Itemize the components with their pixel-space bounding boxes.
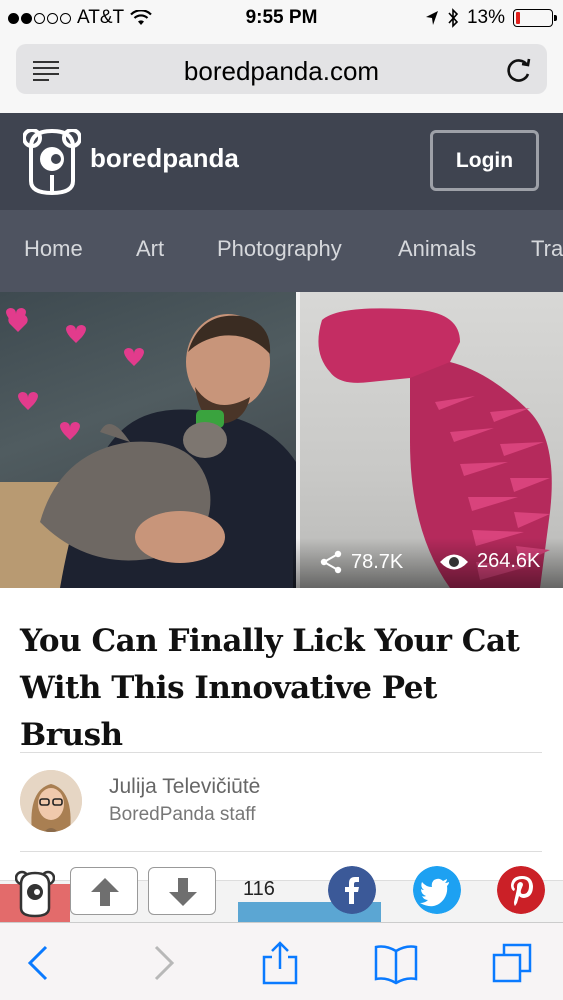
author-name[interactable]: Julija Televičiūtė: [109, 775, 260, 799]
forward-arrow-icon[interactable]: [140, 941, 184, 985]
reload-icon[interactable]: [505, 56, 533, 84]
url-text: boredpanda.com: [183, 56, 380, 86]
panda-mini-logo-icon: [15, 870, 55, 918]
downvote-button[interactable]: [148, 867, 216, 915]
hero-stats-overlay: 78.7K 264.6K: [293, 538, 563, 588]
browser-bottom-toolbar: [0, 922, 563, 1000]
author-avatar[interactable]: [20, 770, 82, 832]
battery-level-fill: [516, 12, 520, 24]
status-bar: AT&T 9:55 PM 13%: [0, 0, 563, 38]
share-count-value: 78.7K: [351, 550, 404, 573]
nav-item-art[interactable]: Art: [136, 236, 164, 262]
view-count: 264.6K: [439, 550, 540, 573]
battery-percent: 13%: [466, 7, 505, 28]
nav-item-photography[interactable]: Photography: [217, 236, 342, 262]
facebook-share-button[interactable]: [328, 866, 376, 914]
eye-icon: [440, 554, 468, 569]
man-with-cat-illustration: [0, 308, 296, 588]
back-arrow-icon[interactable]: [18, 941, 62, 985]
bluetooth-icon: [448, 8, 459, 28]
article-title-line-1: You Can Finally Lick Your Cat: [20, 623, 520, 659]
login-button[interactable]: Login: [430, 130, 539, 191]
share-count[interactable]: 78.7K: [319, 550, 403, 574]
hero-image[interactable]: 78.7K 264.6K: [0, 292, 563, 588]
nav-item-travel[interactable]: Tra: [531, 236, 563, 262]
page: AT&T 9:55 PM 13% boredpanda.com boredpan…: [0, 0, 563, 1000]
twitter-share-button[interactable]: [413, 866, 461, 914]
location-arrow-icon: [425, 11, 438, 25]
author-photo: [20, 770, 82, 832]
divider: [20, 851, 542, 852]
view-count-value: 264.6K: [477, 550, 541, 572]
tabs-icon[interactable]: [490, 941, 534, 985]
status-right: 13%: [425, 7, 557, 29]
site-header: boredpanda Login: [0, 113, 563, 210]
site-logo-text[interactable]: boredpanda: [90, 143, 239, 174]
nav-item-animals[interactable]: Animals: [398, 236, 476, 262]
panda-logo-icon[interactable]: [23, 129, 81, 195]
pinterest-share-button[interactable]: [497, 866, 545, 914]
article-title[interactable]: You Can Finally Lick Your Cat With This …: [20, 618, 545, 759]
browser-toolbar: boredpanda.com: [0, 38, 563, 113]
vote-count: 116: [243, 878, 275, 900]
arrow-up-icon: [91, 878, 119, 906]
man-with-cat-photo: [0, 292, 296, 588]
article-action-bar: 116: [0, 862, 563, 922]
category-nav: Home Art Photography Animals Tra: [0, 210, 563, 292]
article-title-line-2: With This Innovative Pet Brush: [20, 670, 437, 753]
battery-icon: [513, 9, 557, 27]
share-icon: [320, 550, 342, 574]
bookmarks-icon[interactable]: [374, 941, 418, 985]
nav-item-home[interactable]: Home: [24, 236, 83, 262]
author-role: BoredPanda staff: [109, 804, 256, 825]
divider: [20, 752, 542, 753]
arrow-down-icon: [169, 878, 197, 906]
upvote-button[interactable]: [70, 867, 138, 915]
reader-view-icon[interactable]: [32, 59, 60, 81]
share-sheet-icon[interactable]: [258, 941, 302, 985]
address-bar[interactable]: boredpanda.com: [16, 44, 547, 94]
